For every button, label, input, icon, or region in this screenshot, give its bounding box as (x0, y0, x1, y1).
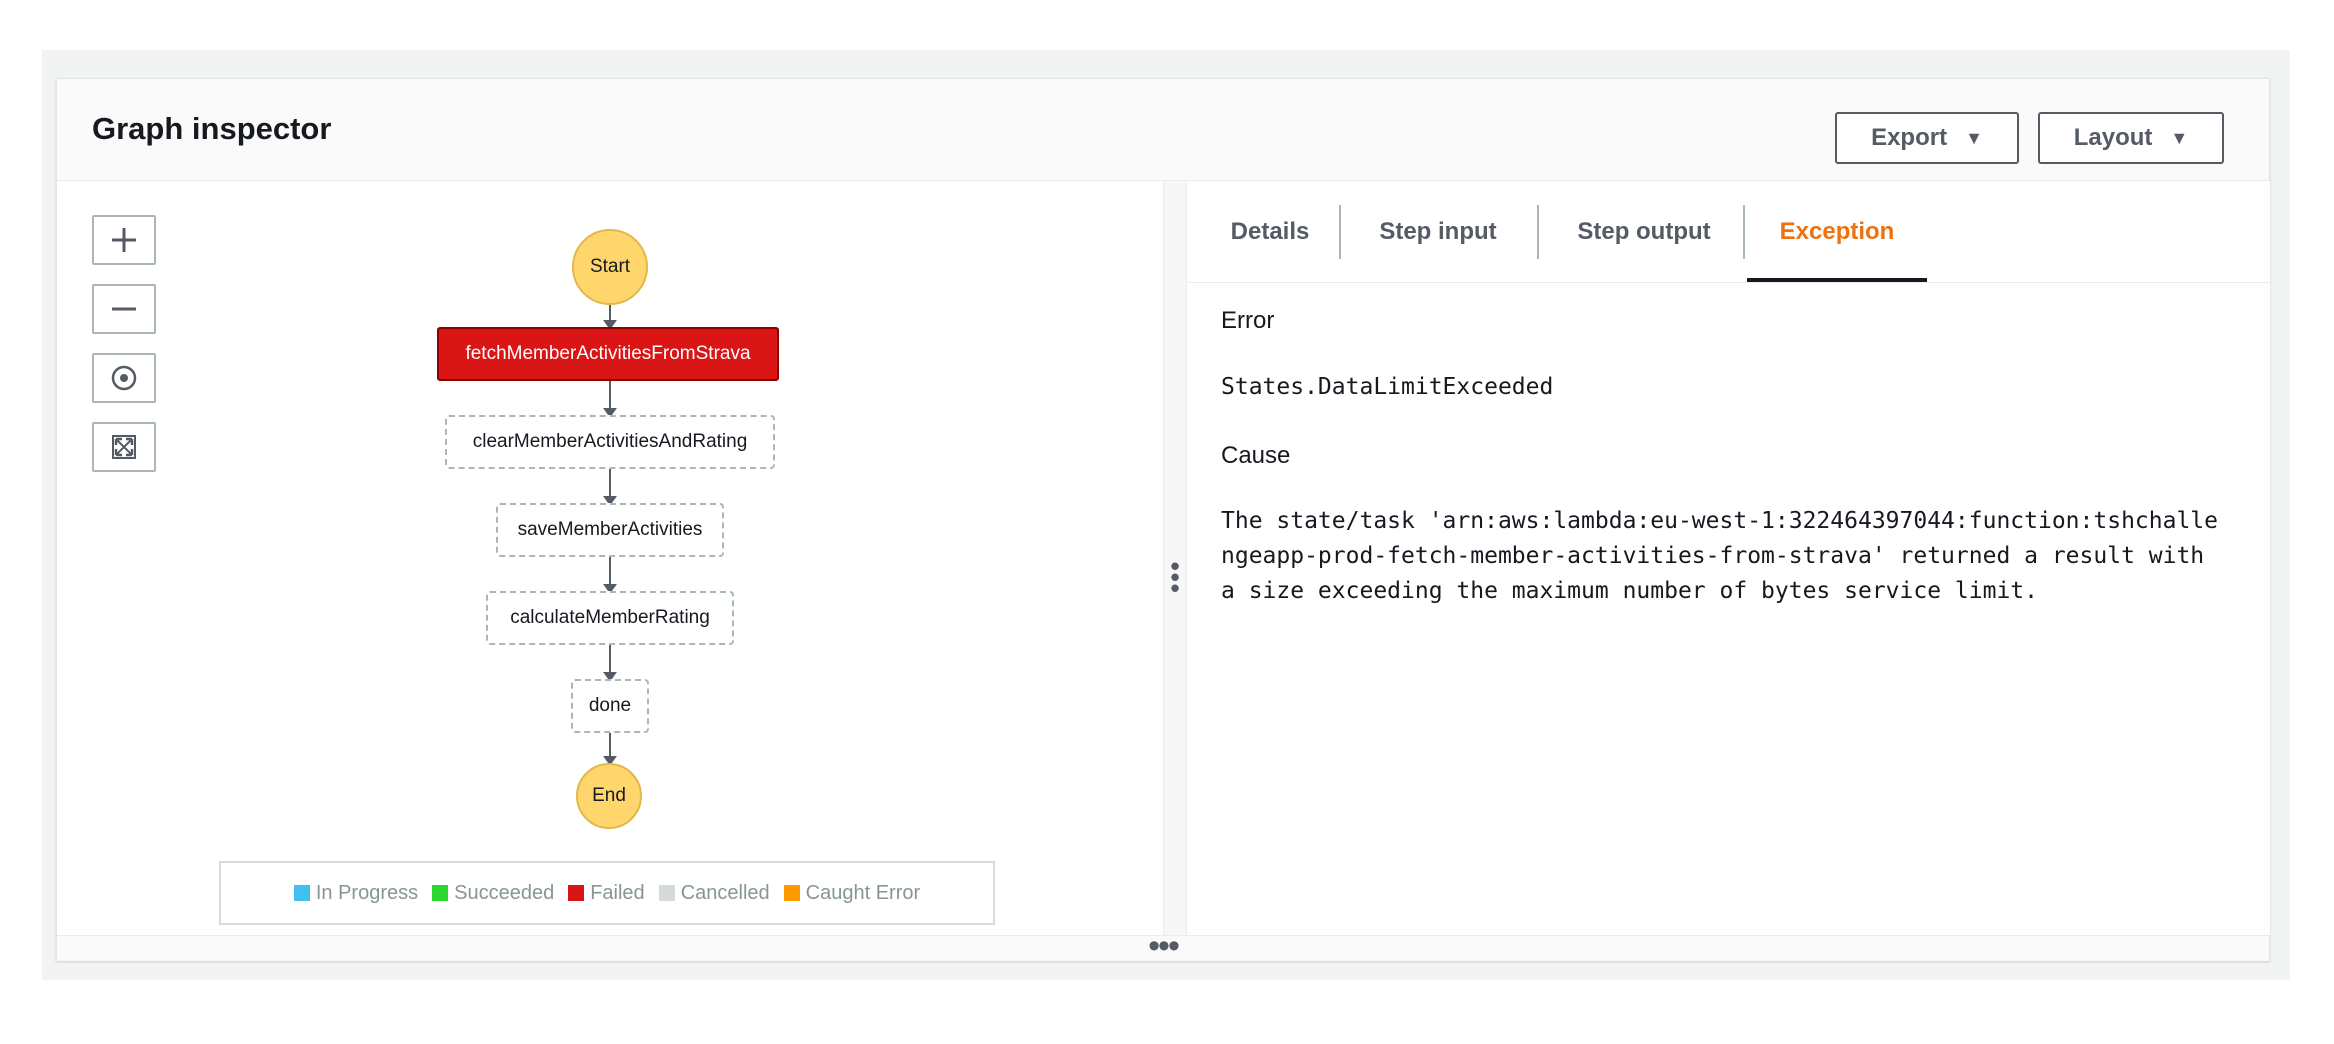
tab-bar: Details Step input Step output Exception (1187, 181, 2270, 283)
tab-separator (1537, 205, 1539, 259)
error-value: States.DataLimitExceeded (1221, 374, 1554, 400)
legend-item-succeeded: Succeeded (432, 882, 554, 905)
cause-heading: Cause (1221, 442, 1291, 469)
graph-node-end[interactable]: End (576, 763, 642, 829)
vertical-resize-handle[interactable]: • • • (1163, 181, 1187, 935)
legend-swatch (783, 885, 800, 901)
legend-item-in-progress: In Progress (293, 881, 419, 905)
legend-swatch (568, 885, 585, 901)
node-label: calculateMemberRating (510, 607, 710, 628)
legend-swatch (432, 885, 449, 901)
tab-step-output[interactable]: Step output (1541, 181, 1747, 283)
legend-label: Failed (590, 881, 645, 904)
status-legend: In Progress Succeeded Failed Cancelled C… (219, 861, 995, 925)
panel-title: Graph inspector (92, 111, 332, 146)
legend-item-failed: Failed (568, 881, 645, 905)
graph-inspector-panel: Graph inspector Export ▼ Layout ▼ Start … (56, 78, 2270, 965)
tab-label: Step input (1379, 218, 1497, 245)
panel-header: Graph inspector Export ▼ Layout ▼ (57, 79, 2269, 181)
tab-step-input[interactable]: Step input (1343, 181, 1533, 283)
tab-separator (1339, 205, 1341, 259)
graph-node-calculate[interactable]: calculateMemberRating (486, 591, 734, 645)
tab-exception[interactable]: Exception (1747, 181, 1927, 283)
legend-label: Cancelled (680, 881, 770, 904)
export-button[interactable]: Export ▼ (1835, 112, 2019, 164)
node-label: done (588, 695, 632, 716)
tab-label: Details (1230, 218, 1310, 245)
active-tab-indicator (1747, 278, 1927, 282)
node-label: clearMemberActivitiesAndRating (472, 431, 748, 452)
graph-node-start[interactable]: Start (572, 229, 648, 305)
legend-label: Succeeded (454, 881, 555, 904)
legend-label: In Progress (315, 881, 419, 904)
error-heading: Error (1221, 307, 1275, 334)
legend-swatch (658, 885, 675, 901)
tab-details[interactable]: Details (1205, 181, 1335, 283)
node-label: saveMemberActivities (517, 519, 703, 540)
node-label: fetchMemberActivitiesFromStrava (465, 343, 751, 364)
caret-down-icon: ▼ (1965, 127, 1983, 148)
tab-label: Step output (1577, 218, 1711, 245)
graph-node-clear[interactable]: clearMemberActivitiesAndRating (445, 415, 775, 469)
tab-separator (1743, 205, 1745, 259)
graph-node-done[interactable]: done (571, 679, 649, 733)
legend-label: Caught Error (805, 881, 921, 904)
caret-down-icon: ▼ (2170, 127, 2189, 148)
drag-handle-icon: ••• (1170, 551, 1180, 603)
node-label: End (592, 785, 626, 806)
graph-node-save[interactable]: saveMemberActivities (496, 503, 724, 557)
cause-value: The state/task 'arn:aws:lambda:eu-west-1… (1221, 508, 2219, 604)
legend-item-cancelled: Cancelled (658, 881, 770, 905)
layout-label: Layout (2073, 124, 2153, 151)
details-panel: Details Step input Step output Exception… (1187, 181, 2270, 935)
tab-label: Exception (1779, 218, 1895, 245)
drag-handle-icon: ••• (1148, 927, 1180, 965)
node-label: Start (589, 256, 631, 277)
graph-view[interactable]: Start fetchMemberActivitiesFromStrava cl… (57, 181, 1163, 935)
layout-button[interactable]: Layout ▼ (2038, 112, 2224, 164)
legend-swatch (293, 885, 310, 901)
horizontal-resize-handle[interactable]: ••• (57, 927, 2269, 965)
legend-item-caught-error: Caught Error (783, 881, 921, 905)
graph-node-fetch[interactable]: fetchMemberActivitiesFromStrava (437, 327, 779, 381)
export-label: Export (1871, 124, 1948, 151)
